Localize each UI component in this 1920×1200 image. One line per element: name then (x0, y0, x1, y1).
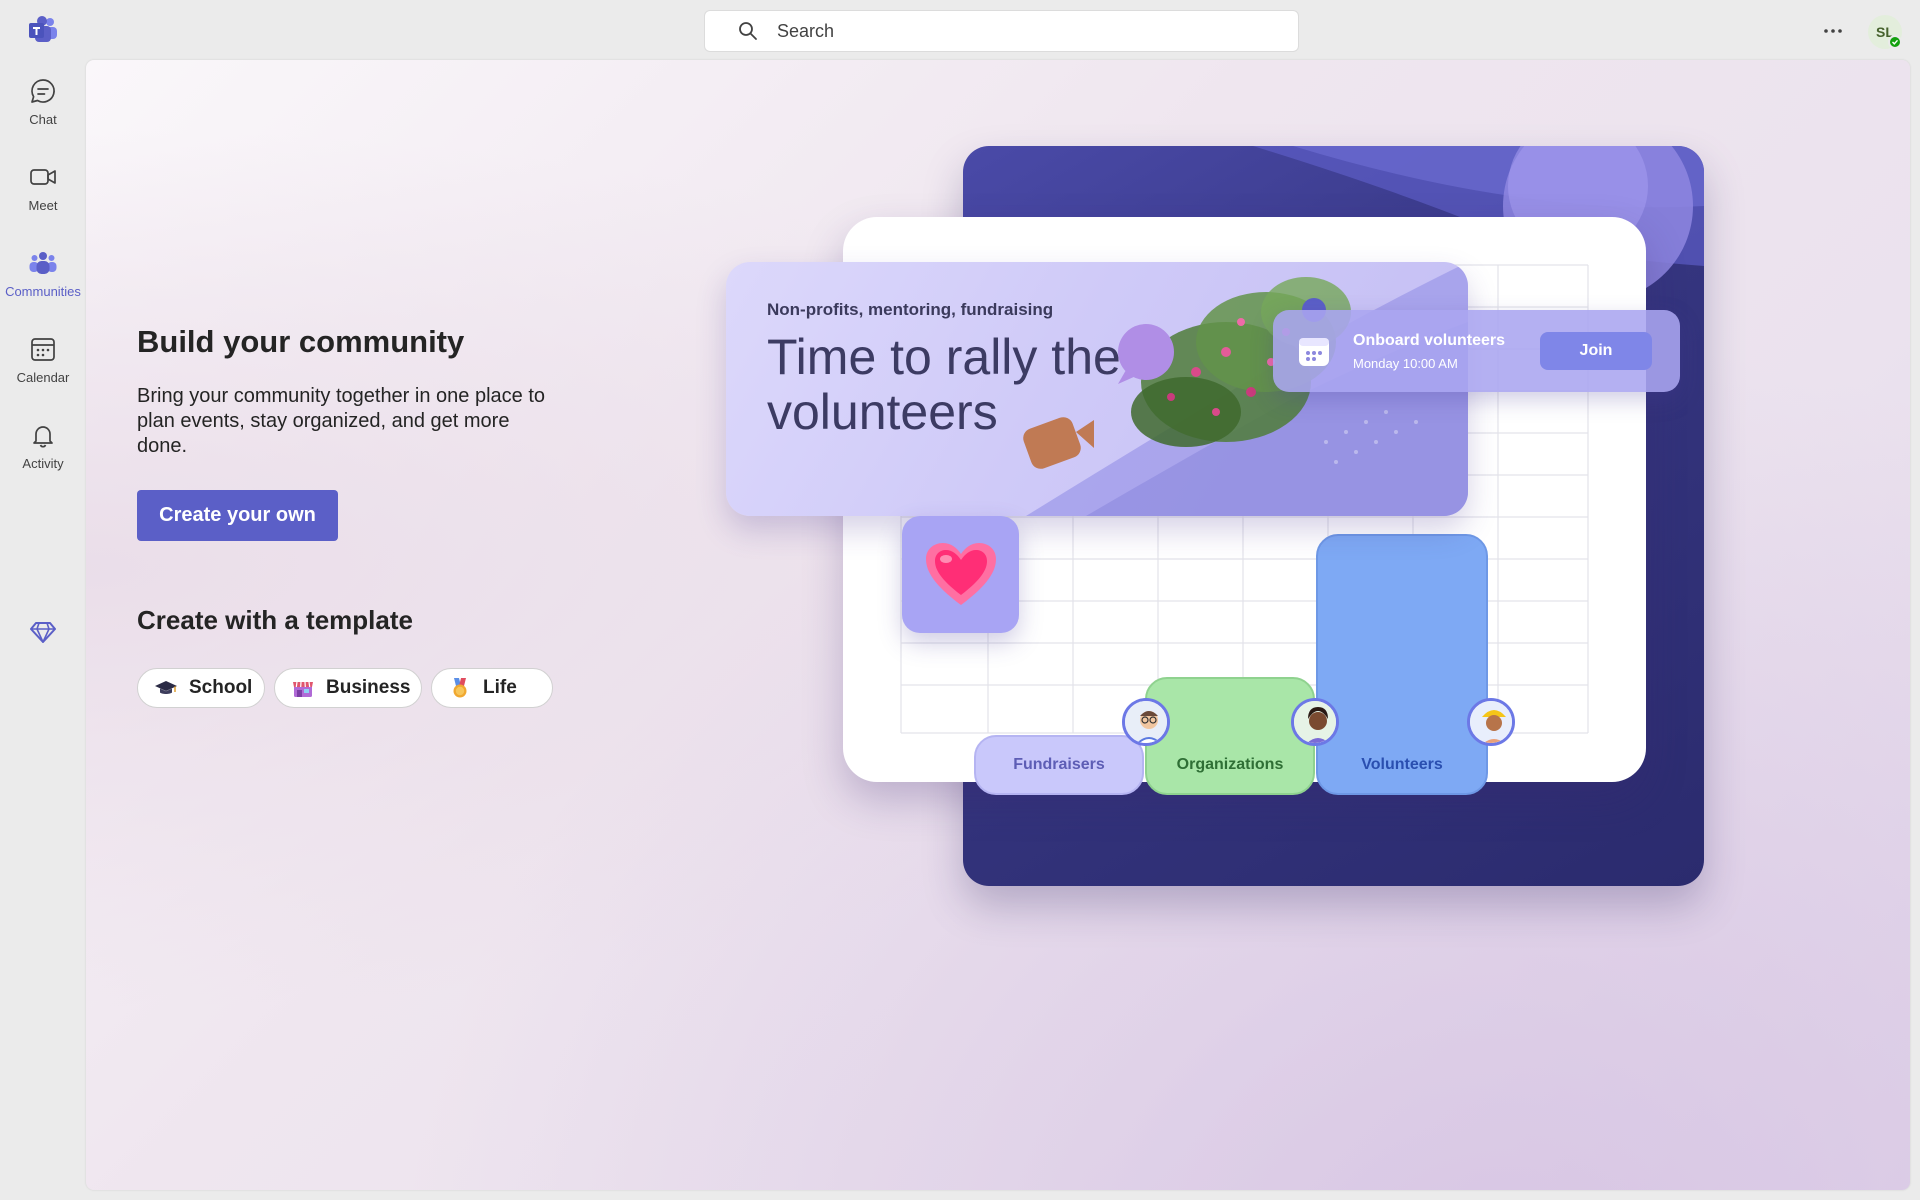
card-subtitle: Non-profits, mentoring, fundraising (767, 300, 1054, 319)
volunteers-bar: Volunteers (1316, 534, 1488, 795)
search-input[interactable]: Search (704, 10, 1299, 52)
rail-label-activity: Activity (22, 456, 64, 471)
rail-label-meet: Meet (28, 198, 58, 213)
heart-icon (925, 542, 996, 605)
template-chip-label: Business (326, 677, 411, 698)
calendar-icon (31, 338, 55, 361)
calendar-icon (1299, 338, 1329, 366)
bell-icon (33, 426, 53, 448)
search-icon (739, 22, 757, 40)
rail-item-communities[interactable]: Communities (0, 234, 86, 310)
person-avatar-1 (1122, 698, 1170, 746)
event-card: Onboard volunteers Monday 10:00 AM Join (1273, 310, 1680, 392)
rail-label-chat: Chat (29, 112, 57, 127)
medal-icon (453, 678, 467, 698)
page-description: Bring your community together in one pla… (137, 385, 545, 457)
video-camera-icon (30, 169, 56, 185)
template-chip-label: Life (483, 677, 517, 698)
template-section-title: Create with a template (137, 605, 413, 635)
card-title: Time to rally the volunteers (767, 329, 1121, 440)
rail-item-calendar[interactable]: Calendar (0, 320, 86, 396)
graduation-cap-icon (155, 681, 177, 694)
store-icon (293, 681, 313, 697)
person-avatar-2 (1291, 698, 1339, 746)
heart-tile (902, 516, 1019, 633)
template-chip-business[interactable]: Business (274, 668, 422, 708)
chat-icon (31, 79, 55, 103)
bar-label-fundraisers: Fundraisers (1013, 756, 1105, 773)
communities-icon (29, 252, 57, 274)
fundraisers-bar: Fundraisers (974, 735, 1144, 795)
teams-logo-icon[interactable] (27, 14, 59, 46)
bar-label-organizations: Organizations (1176, 756, 1284, 773)
rail-item-meet[interactable]: Meet (0, 148, 86, 224)
more-options-button[interactable] (1815, 16, 1851, 46)
hero-illustration: Volunteers Organizations Fundraisers Non… (726, 140, 1806, 960)
rail-item-activity[interactable]: Activity (0, 406, 86, 482)
event-title: Onboard volunteers (1353, 332, 1506, 349)
rail-item-chat[interactable]: Chat (0, 62, 86, 138)
page-title: Build your community (137, 324, 465, 359)
event-time: Monday 10:00 AM (1353, 356, 1458, 371)
rail-label-communities: Communities (5, 284, 81, 299)
template-chip-school[interactable]: School (137, 668, 265, 708)
create-your-own-button[interactable]: Create your own (137, 490, 338, 541)
template-chip-life[interactable]: Life (431, 668, 553, 708)
presence-available-icon (1888, 35, 1902, 49)
bar-label-volunteers: Volunteers (1361, 756, 1443, 773)
join-button: Join (1540, 332, 1652, 370)
rail-label-calendar: Calendar (16, 370, 70, 385)
ellipsis-icon (1824, 29, 1842, 33)
organizations-bar: Organizations (1145, 677, 1315, 795)
diamond-icon[interactable] (29, 618, 57, 646)
search-placeholder: Search (777, 20, 835, 41)
main-panel: Build your community Bring your communit… (86, 60, 1910, 1190)
top-bar: Search SL (0, 0, 1920, 60)
person-avatar-3 (1467, 698, 1515, 746)
template-chip-label: School (189, 677, 253, 698)
